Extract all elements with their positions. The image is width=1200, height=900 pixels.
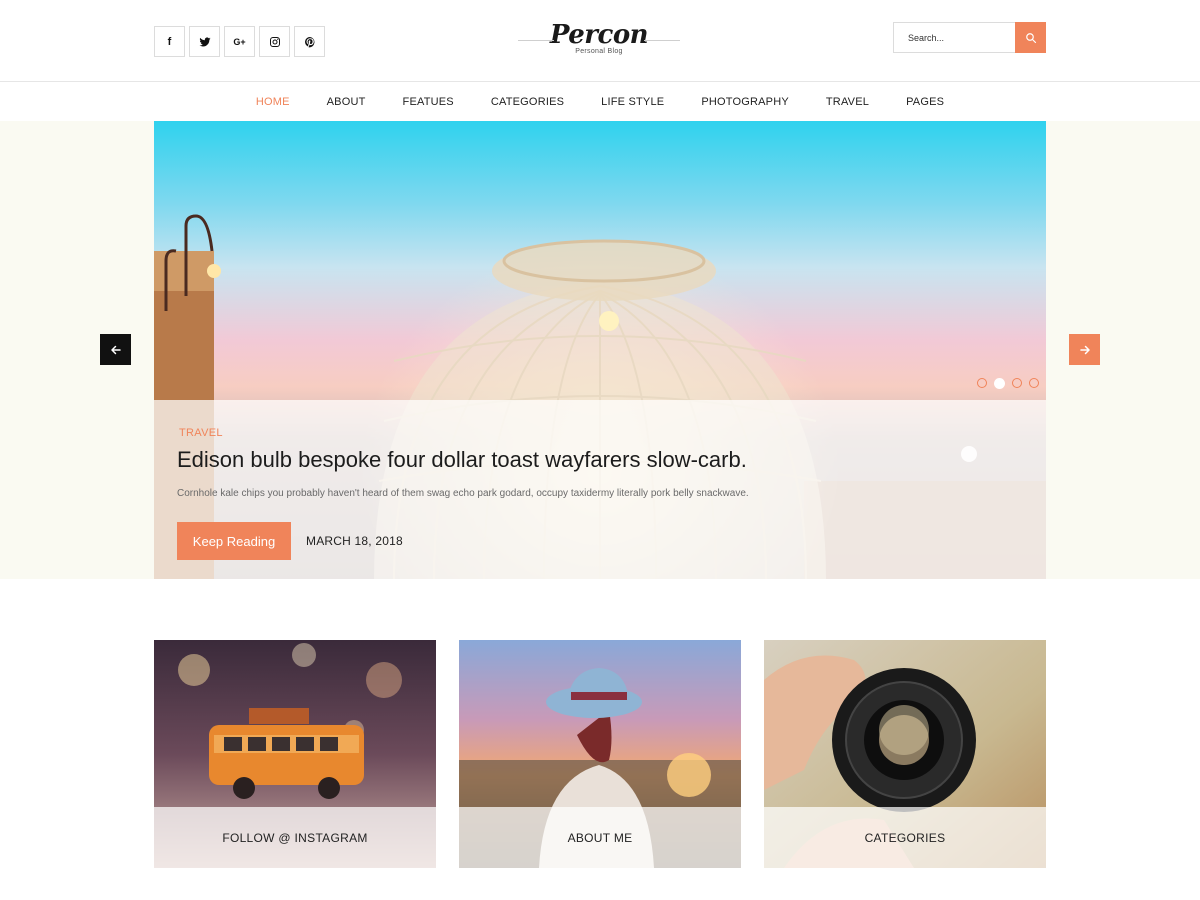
site-header: f G+ Percon Personal Blog [0,0,1200,82]
hero-excerpt: Cornhole kale chips you probably haven't… [177,488,749,499]
card-label-panel: CATEGORIES [764,807,1046,868]
instagram-card[interactable]: FOLLOW @ INSTAGRAM [154,640,436,868]
main-nav: HOME ABOUT FEATUES CATEGORIES LIFE STYLE… [0,82,1200,121]
twitter-icon[interactable] [189,26,220,57]
hero-date: MARCH 18, 2018 [306,534,403,548]
nav-item-pages[interactable]: PAGES [888,96,963,108]
slider-dot[interactable] [1012,378,1022,388]
slider-dot[interactable] [1029,378,1039,388]
pinterest-icon[interactable] [294,26,325,57]
slider-dot-active[interactable] [994,378,1005,389]
slider-prev-button[interactable] [100,334,131,365]
search-icon [1025,32,1036,43]
logo-tagline: Personal Blog [575,48,623,55]
google-plus-icon[interactable]: G+ [224,26,255,57]
nav-item-categories[interactable]: CATEGORIES [472,96,582,108]
search-form [893,22,1046,53]
nav-item-about[interactable]: ABOUT [308,96,384,108]
arrow-left-icon [110,345,121,354]
card-label-panel: FOLLOW @ INSTAGRAM [154,807,436,868]
site-logo[interactable]: Percon Personal Blog [518,20,680,64]
instagram-icon[interactable] [259,26,290,57]
nav-item-photography[interactable]: PHOTOGRAPHY [683,96,808,108]
about-me-card[interactable]: ABOUT ME [459,640,741,868]
nav-item-home[interactable]: HOME [237,96,308,108]
keep-reading-button[interactable]: Keep Reading [177,522,291,560]
search-button[interactable] [1015,22,1046,53]
card-label: CATEGORIES [864,830,946,845]
facebook-glyph: f [167,35,172,48]
google-plus-glyph: G+ [233,36,246,47]
card-label: FOLLOW @ INSTAGRAM [222,830,368,845]
nav-item-features[interactable]: FEATUES [384,96,472,108]
slider-next-button[interactable] [1069,334,1100,365]
logo-divider-left [518,40,554,41]
slider-dots [977,378,1039,389]
arrow-right-icon [1079,345,1090,354]
card-label: ABOUT ME [567,830,633,845]
search-input[interactable] [893,22,1015,53]
slider-dot[interactable] [977,378,987,388]
hero-slider: TRAVEL Edison bulb bespoke four dollar t… [154,121,1046,579]
card-label-panel: ABOUT ME [459,807,741,868]
nav-item-travel[interactable]: TRAVEL [807,96,887,108]
categories-card[interactable]: CATEGORIES [764,640,1046,868]
logo-name: Percon [549,20,649,50]
facebook-icon[interactable]: f [154,26,185,57]
hero-title[interactable]: Edison bulb bespoke four dollar toast wa… [177,447,747,473]
nav-item-life-style[interactable]: LIFE STYLE [583,96,683,108]
logo-divider-right [644,40,680,41]
social-links: f G+ [154,26,325,57]
hero-category[interactable]: TRAVEL [179,427,223,439]
